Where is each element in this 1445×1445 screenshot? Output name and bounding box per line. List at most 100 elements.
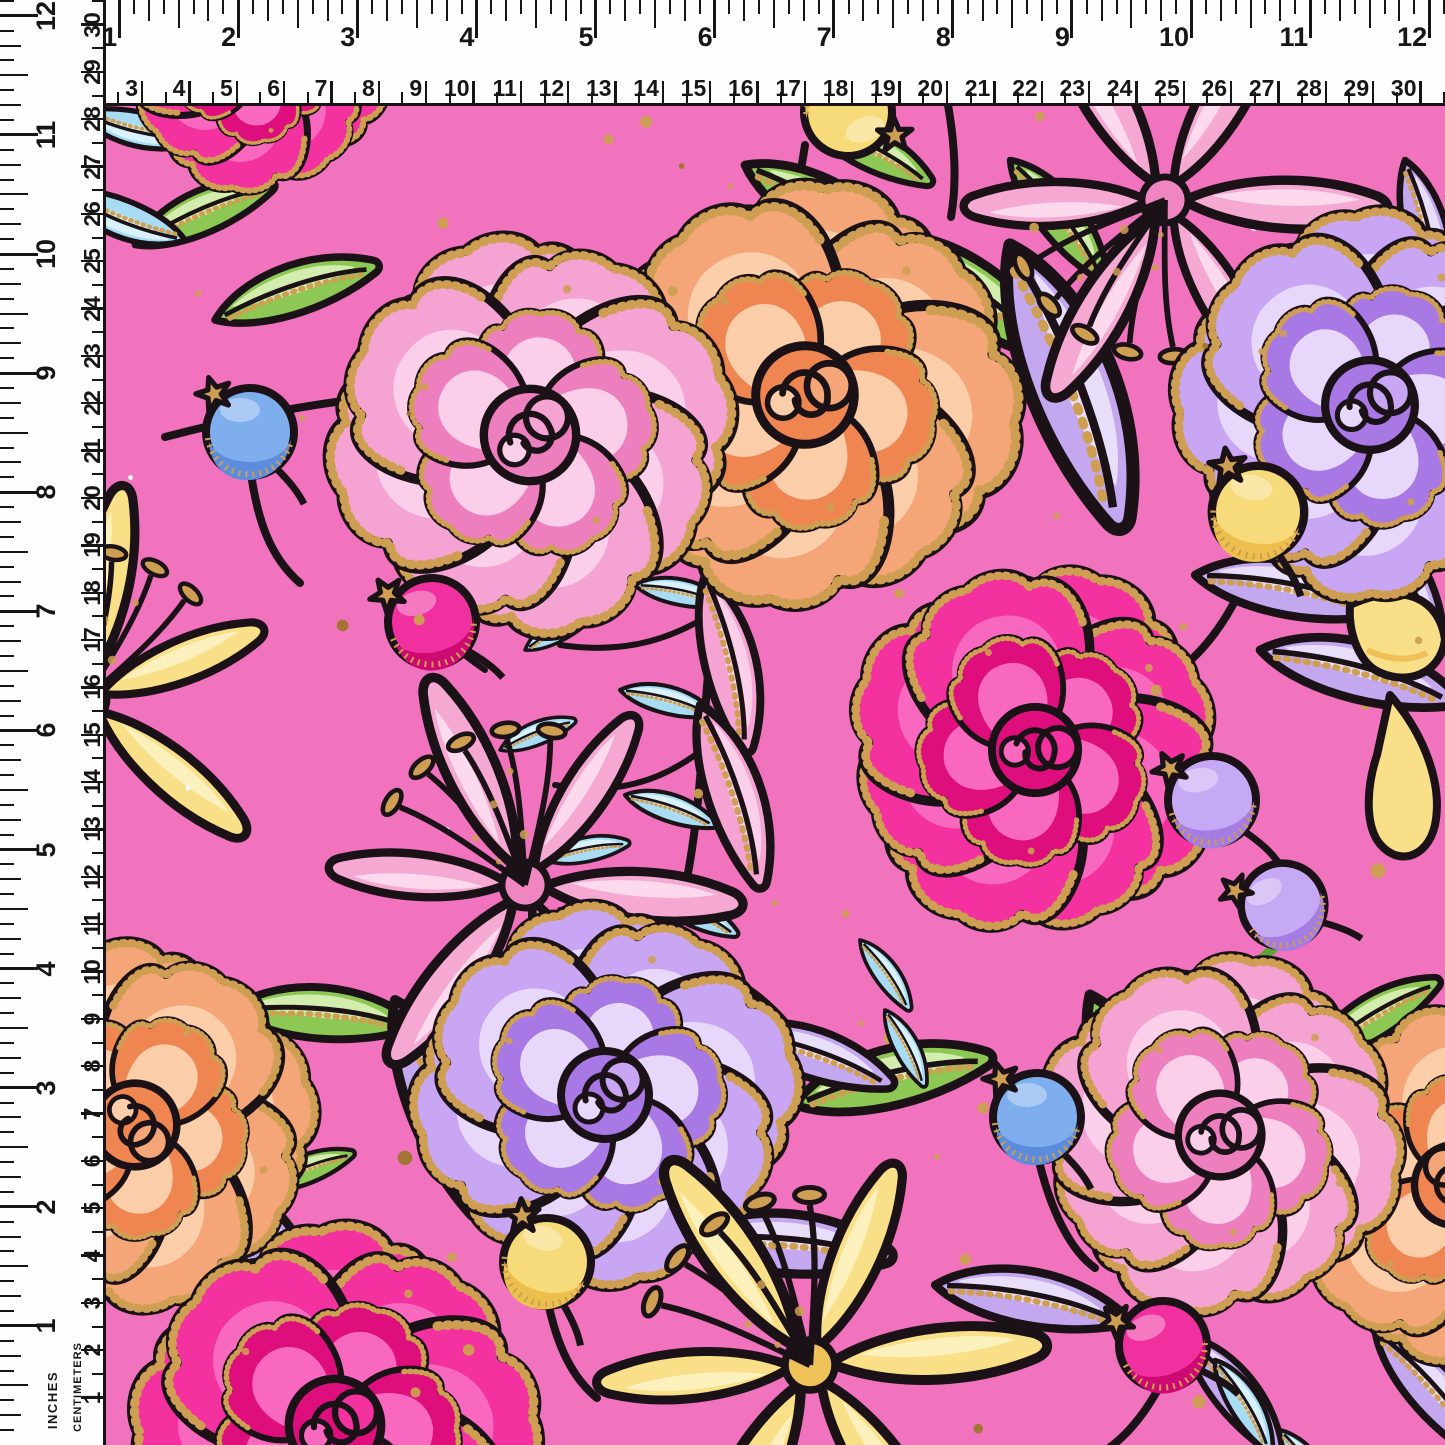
inch-label: 10 bbox=[1129, 23, 1189, 51]
ruler-top-inches-cm: 1234567891011123456789101112131415161718… bbox=[0, 0, 1445, 106]
inch-subtick bbox=[0, 1295, 21, 1297]
inch-subtick bbox=[0, 595, 14, 597]
inch-subtick bbox=[1235, 0, 1237, 14]
inch-subtick bbox=[1413, 0, 1415, 14]
inch-subtick bbox=[580, 0, 582, 14]
inch-subtick bbox=[550, 0, 552, 14]
inch-subtick bbox=[0, 655, 14, 657]
inch-subtick bbox=[386, 0, 388, 21]
inch-subtick bbox=[0, 863, 14, 865]
inch-subtick bbox=[0, 89, 14, 91]
inch-subtick bbox=[133, 0, 135, 14]
gold-dot bbox=[1258, 348, 1264, 354]
inch-subtick bbox=[0, 45, 21, 47]
inch-subtick bbox=[0, 923, 14, 925]
inch-subtick bbox=[461, 0, 463, 14]
inch-tick bbox=[118, 0, 121, 38]
inch-subtick bbox=[0, 789, 28, 791]
inch-subtick bbox=[0, 1191, 14, 1193]
inch-subtick bbox=[922, 0, 924, 21]
inch-label: 7 bbox=[772, 23, 832, 51]
inch-subtick bbox=[0, 625, 14, 627]
fabric-swatch-image: 1234567891011123456789101112131415161718… bbox=[0, 0, 1445, 1445]
gold-dot bbox=[728, 184, 733, 189]
inch-tick bbox=[1428, 0, 1431, 38]
inch-subtick bbox=[0, 640, 21, 642]
inch-subtick bbox=[1354, 0, 1356, 14]
inch-subtick bbox=[1041, 0, 1043, 21]
inch-subtick bbox=[0, 819, 21, 821]
inch-subtick bbox=[743, 0, 745, 21]
gold-dot bbox=[195, 290, 201, 296]
inch-subtick bbox=[0, 1072, 14, 1074]
inch-subtick bbox=[0, 1355, 21, 1357]
inch-label: 12 bbox=[32, 0, 60, 46]
gold-dot bbox=[447, 1252, 457, 1262]
inch-label: 6 bbox=[32, 700, 60, 760]
gold-dot bbox=[1202, 343, 1208, 349]
floral-fabric-print bbox=[105, 105, 1445, 1445]
inch-subtick bbox=[0, 208, 14, 210]
inch-subtick bbox=[0, 1280, 14, 1282]
gold-dot bbox=[128, 475, 133, 480]
inch-tick bbox=[1309, 0, 1312, 38]
inch-subtick bbox=[0, 551, 28, 553]
inch-subtick bbox=[609, 0, 611, 14]
inch-subtick bbox=[267, 0, 269, 21]
inch-tick bbox=[832, 0, 835, 38]
gold-dot bbox=[693, 789, 703, 799]
inch-subtick bbox=[1101, 0, 1103, 21]
gold-dot bbox=[973, 1424, 983, 1434]
inch-subtick bbox=[0, 30, 14, 32]
gold-dot bbox=[414, 614, 425, 625]
inch-subtick bbox=[0, 1310, 14, 1312]
inch-subtick bbox=[818, 0, 820, 14]
inch-label: 2 bbox=[32, 1177, 60, 1237]
inch-subtick bbox=[0, 1340, 14, 1342]
inch-label: 3 bbox=[32, 1058, 60, 1118]
inch-subtick bbox=[565, 0, 567, 21]
inch-label: 11 bbox=[32, 105, 60, 165]
cm-label: 18 bbox=[804, 76, 848, 100]
cm-label: 15 bbox=[662, 76, 706, 100]
cm-label: 11 bbox=[473, 76, 517, 100]
inch-subtick bbox=[982, 0, 984, 21]
cm-tick bbox=[1419, 81, 1421, 103]
cm-label: 5 bbox=[189, 76, 233, 100]
inch-subtick bbox=[252, 0, 254, 14]
gold-dot bbox=[603, 134, 613, 144]
inch-subtick bbox=[624, 0, 626, 21]
gold-dot bbox=[1415, 637, 1422, 644]
cm-label: 29 bbox=[1325, 76, 1369, 100]
cm-label: 14 bbox=[615, 76, 659, 100]
cm-label: 6 bbox=[236, 76, 280, 100]
inch-label: 1 bbox=[32, 1296, 60, 1356]
ruler-left-inches-cm: INCHES CENTIMETERS 123456789101112123456… bbox=[0, 0, 106, 1445]
inch-label: 10 bbox=[32, 224, 60, 284]
inch-subtick bbox=[848, 0, 850, 14]
gold-dot bbox=[1180, 623, 1187, 630]
inch-subtick bbox=[0, 342, 21, 344]
inch-label: 7 bbox=[32, 581, 60, 641]
inch-label: 11 bbox=[1248, 23, 1308, 51]
inch-subtick bbox=[1205, 0, 1207, 14]
gold-dot bbox=[679, 163, 685, 169]
inch-tick bbox=[237, 0, 240, 38]
inch-subtick bbox=[0, 506, 14, 508]
inch-subtick bbox=[0, 238, 14, 240]
inch-subtick bbox=[788, 0, 790, 14]
inch-subtick bbox=[0, 581, 21, 583]
inch-subtick bbox=[699, 0, 701, 14]
inch-subtick bbox=[758, 0, 760, 14]
inch-subtick bbox=[193, 0, 195, 14]
inch-label: 5 bbox=[534, 23, 594, 51]
inch-subtick bbox=[341, 0, 343, 14]
cm-label: 13 bbox=[568, 76, 612, 100]
inch-subtick bbox=[0, 938, 21, 940]
inch-subtick bbox=[0, 223, 21, 225]
inch-subtick bbox=[0, 670, 28, 672]
inch-subtick bbox=[0, 1221, 14, 1223]
inch-subtick bbox=[728, 0, 730, 14]
cm-label: 25 bbox=[1136, 76, 1180, 100]
inch-subtick bbox=[1279, 0, 1281, 21]
